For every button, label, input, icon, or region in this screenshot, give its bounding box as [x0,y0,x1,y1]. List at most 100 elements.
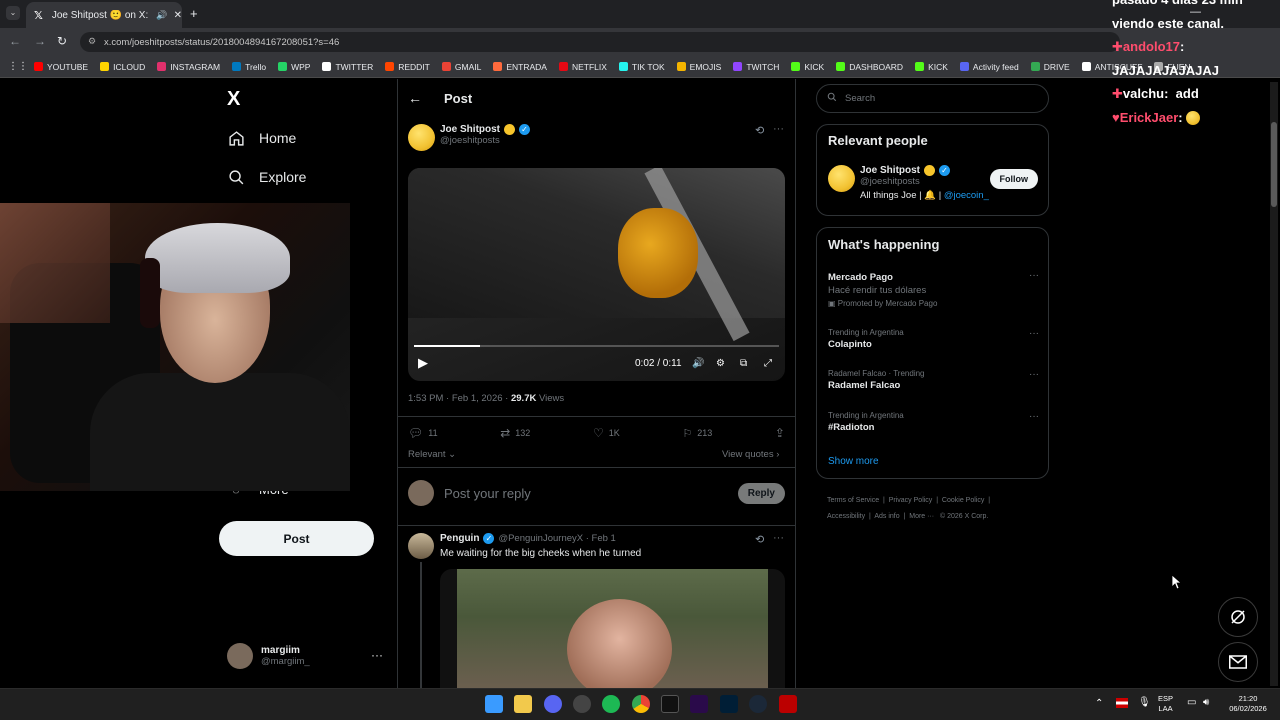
bookmark-item[interactable]: Trello [232,62,266,72]
person-name[interactable]: Joe Shitpost [860,165,920,176]
footer-cookie[interactable]: Cookie Policy [942,497,984,504]
play-icon[interactable]: ▶ [418,355,428,371]
microphone-icon[interactable]: 🎙︎ [1138,698,1151,708]
network-icon[interactable]: ▭ [1187,698,1196,708]
repost-action[interactable]: ⇄ 132 [500,426,530,440]
chrome-icon[interactable] [632,695,650,713]
sort-relevant[interactable]: Relevant ⌄ [408,449,456,460]
bookmark-item[interactable]: ENTRADA [493,62,547,72]
reply-more-icon[interactable]: ··· [773,532,784,544]
language-indicator[interactable]: ESP LAA [1158,694,1173,714]
author-name[interactable]: Joe Shitpost [440,124,500,135]
account-switcher[interactable]: margiim @margiim_ [227,643,310,669]
video-player[interactable]: ▶ 0:02 / 0:11 🔊 ⚙ ⧉ ⤢ [408,168,785,381]
footer-terms[interactable]: Terms of Service [827,497,879,504]
fullscreen-icon[interactable]: ⤢ [764,358,772,369]
trend-item[interactable]: Trending in Argentina #Radioton ··· [828,411,1039,433]
person-handle[interactable]: @joeshitposts [860,176,989,187]
tab-search-icon[interactable]: ⌄ [6,6,20,20]
bookmark-item[interactable]: REDDIT [385,62,430,72]
search-input[interactable]: Search [816,84,1049,113]
x-logo-icon[interactable]: X [227,88,240,111]
show-more-link[interactable]: Show more [828,456,879,467]
tab-close-icon[interactable]: ✕ [174,10,182,21]
like-action[interactable]: ♡ 1K [593,426,620,440]
photoshop-icon[interactable] [720,695,738,713]
reply-author-avatar[interactable] [408,533,434,559]
grok-icon[interactable]: ⟲ [755,124,764,137]
bookmark-item[interactable]: GMAIL [441,62,481,72]
footer-more[interactable]: More ··· [909,513,934,520]
site-info-icon[interactable]: ⚙ [88,36,96,47]
reload-icon[interactable]: ↻ [57,34,67,48]
footer-accessibility[interactable]: Accessibility [827,513,865,520]
bookmark-item[interactable]: DRIVE [1030,62,1070,72]
author-handle[interactable]: @joeshitposts [440,135,530,146]
bookmark-item[interactable]: DASHBOARD [836,62,903,72]
bookmark-item[interactable]: INSTAGRAM [157,62,220,72]
bookmark-item[interactable]: Activity feed [959,62,1019,72]
reply-input[interactable]: Post your reply [444,486,531,501]
account-more-icon[interactable]: ··· [371,648,383,662]
file-explorer-icon[interactable] [514,695,532,713]
back-icon[interactable]: ← [9,34,21,48]
apps-grid-icon[interactable]: ⋮⋮ [8,61,28,72]
bookmark-action[interactable]: ⚐ 213 [682,426,712,440]
trend-more-icon[interactable]: ··· [1029,270,1039,281]
trend-more-icon[interactable]: ··· [1029,369,1039,380]
new-tab-icon[interactable]: + [190,6,198,21]
reply-action[interactable]: 💬︎ 11 [408,426,438,440]
capcut-icon[interactable] [661,695,679,713]
premiere-icon[interactable] [690,695,708,713]
share-action[interactable]: ⇪ [775,426,785,440]
view-quotes-link[interactable]: View quotes › [722,449,779,460]
trend-more-icon[interactable]: ··· [1029,411,1039,422]
pip-icon[interactable]: ⧉ [740,358,747,369]
sidebar-post-button[interactable]: Post [219,521,374,556]
browser-tab[interactable]: 𝕏 Joe Shitpost 🙂 on X: "http 🔊 ✕ [26,2,182,28]
reply-media[interactable] [440,569,785,688]
bookmark-item[interactable]: EMOJIS [676,62,721,72]
scrollbar-thumb[interactable] [1271,122,1277,207]
app-icon[interactable] [779,695,797,713]
bookmark-item[interactable]: TWITTER [322,62,373,72]
bookmark-item[interactable]: NETFLIX [558,62,607,72]
nav-explore[interactable]: Explore [227,168,306,186]
volume-tray-icon[interactable]: 🔊︎ [1203,698,1209,708]
trend-more-icon[interactable]: ··· [1029,328,1039,339]
trend-item[interactable]: Mercado Pago Hacé rendir tus dólares ▣ P… [828,270,1039,308]
bookmark-item[interactable]: KICK [915,62,948,72]
footer-ads[interactable]: Ads info [874,513,899,520]
bookmark-item[interactable]: YOUTUBE [34,62,88,72]
windows-start-icon[interactable] [485,695,503,713]
clock[interactable]: 21:20 06/02/2026 [1225,694,1271,714]
settings-icon[interactable]: ⚙ [716,358,725,369]
person-bio-link[interactable]: @joecoin_ [944,190,989,201]
post-more-icon[interactable]: ··· [773,123,784,135]
tray-chevron-icon[interactable]: ⌃ [1095,699,1103,709]
person-avatar[interactable] [828,165,855,192]
nav-home[interactable]: Home [227,129,296,147]
page-scrollbar[interactable] [1270,82,1278,686]
spotify-icon[interactable] [602,695,620,713]
bookmark-item[interactable]: ICLOUD [100,62,145,72]
post-timestamp[interactable]: 1:53 PM · Feb 1, 2026 · [408,393,511,404]
forward-icon[interactable]: → [34,34,46,48]
speaker-icon[interactable]: 🔊 [156,10,167,21]
grok-float-button[interactable] [1218,597,1258,637]
obs-icon[interactable] [573,695,591,713]
trend-item[interactable]: Trending in Argentina Colapinto ··· [828,328,1039,350]
bookmark-item[interactable]: KICK [791,62,824,72]
discord-icon[interactable] [544,695,562,713]
address-bar[interactable]: ⚙ x.com/joeshitposts/status/201800489416… [80,32,1120,52]
reply-grok-icon[interactable]: ⟲ [755,533,764,546]
reply-author-name[interactable]: Penguin [440,533,479,544]
follow-button[interactable]: Follow [989,169,1038,189]
bookmark-item[interactable]: WPP [278,62,310,72]
footer-privacy[interactable]: Privacy Policy [889,497,933,504]
reply-author-handle[interactable]: @PenguinJourneyX · Feb 1 [498,533,615,544]
reply-button[interactable]: Reply [737,482,785,504]
bookmark-item[interactable]: TWITCH [733,62,779,72]
messages-float-button[interactable] [1218,642,1258,682]
back-arrow-icon[interactable]: ← [408,90,422,106]
